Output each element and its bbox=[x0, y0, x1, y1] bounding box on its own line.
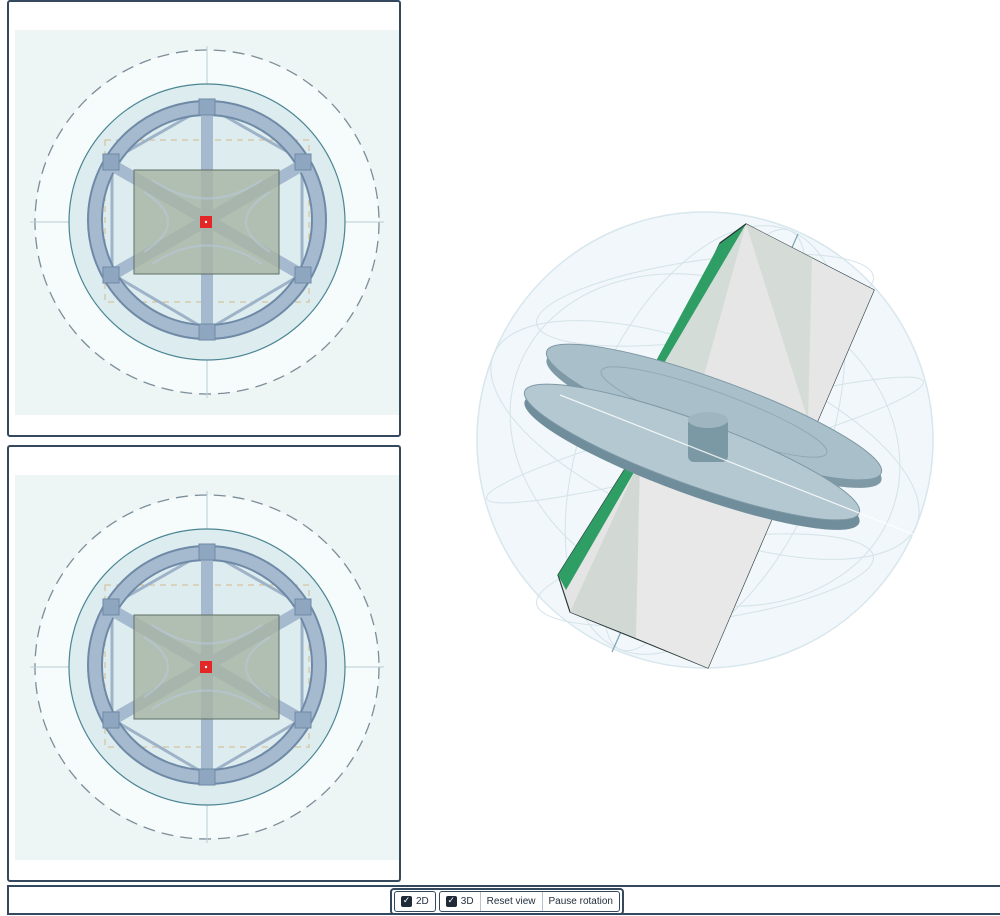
toggle-2d-checkbox[interactable]: ✓ 2D bbox=[395, 892, 435, 911]
toggle-3d-label: 3D bbox=[460, 896, 474, 907]
toolbar-group-3d: ✓ 3D Reset view Pause rotation bbox=[438, 891, 620, 912]
hub bbox=[688, 412, 728, 462]
bottom-2d-view-panel[interactable] bbox=[7, 445, 401, 882]
top-2d-view-panel[interactable] bbox=[7, 0, 401, 437]
2d-drawing bbox=[15, 30, 399, 415]
2d-drawing bbox=[15, 475, 399, 860]
checkmark-icon: ✓ bbox=[401, 896, 412, 907]
toggle-2d-label: 2D bbox=[416, 896, 429, 907]
top-2d-view-canvas bbox=[15, 30, 399, 415]
checkmark-icon: ✓ bbox=[445, 896, 457, 907]
pause-rotation-button[interactable]: Pause rotation bbox=[541, 892, 620, 911]
reset-view-button[interactable]: Reset view bbox=[479, 892, 542, 911]
toggle-3d-checkbox[interactable]: ✓ 3D bbox=[440, 892, 480, 911]
toolbar-group-2d: ✓ 2D bbox=[394, 891, 436, 912]
view-toolbar: ✓ 2D ✓ 3D Reset view Pause rotation bbox=[390, 888, 624, 915]
bottom-2d-view-canvas bbox=[15, 475, 399, 860]
3d-scene-canvas bbox=[476, 211, 934, 669]
center-marker-dot bbox=[204, 220, 208, 224]
center-marker-dot bbox=[204, 665, 208, 669]
3d-viewer[interactable] bbox=[410, 0, 1000, 885]
